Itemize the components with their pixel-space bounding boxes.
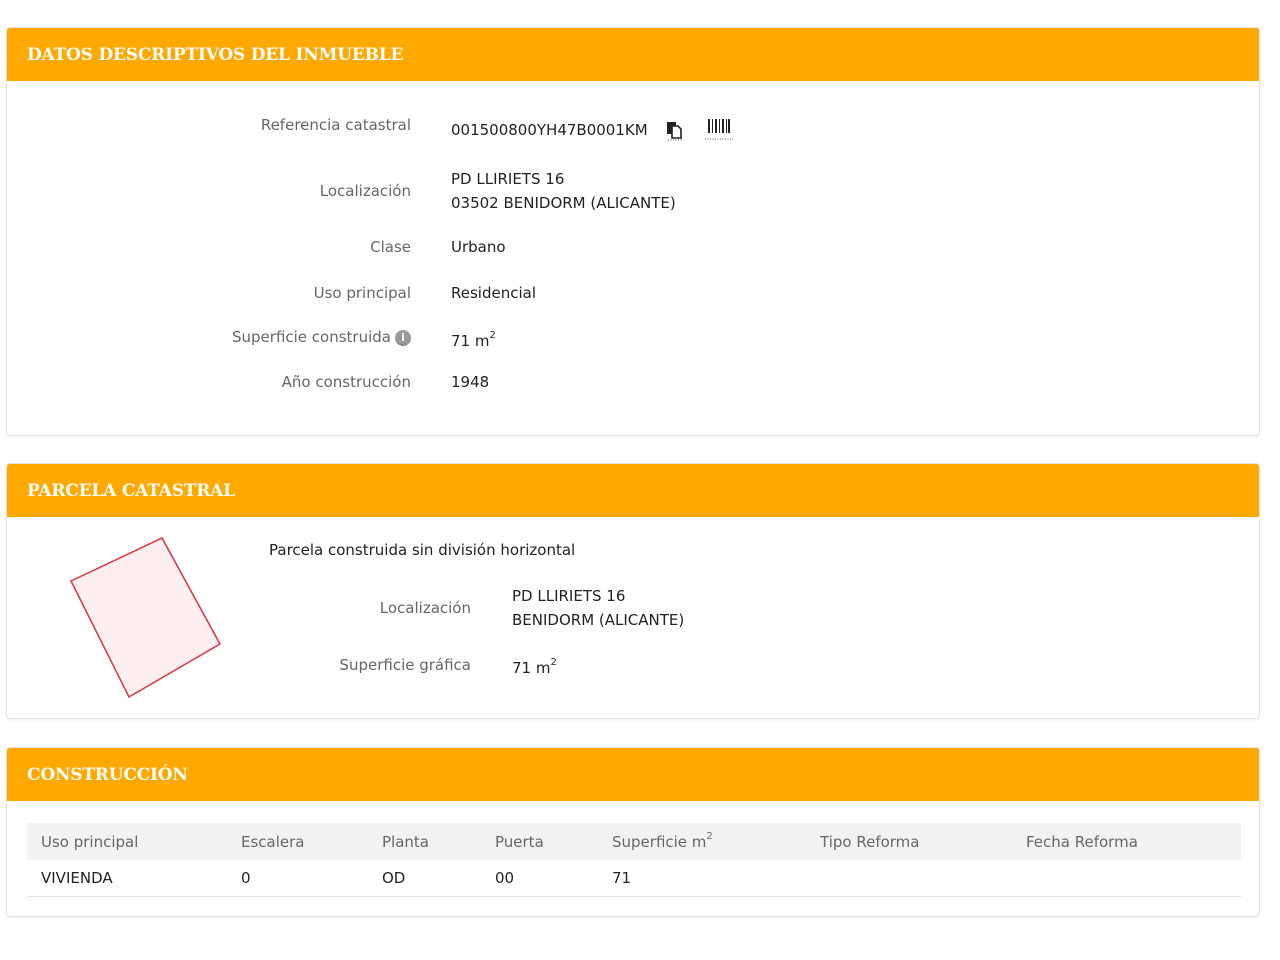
cell-planta: OD xyxy=(368,860,481,897)
superficie-grafica-label: Superficie gráfica xyxy=(339,656,471,674)
panel-construccion: CONSTRUCCIÓN Uso principal Escalera Plan… xyxy=(6,747,1260,917)
cell-tipo-reforma xyxy=(806,860,1012,897)
parcela-localizacion-line1: PD LLIRIETS 16 xyxy=(512,587,626,605)
table-header-row: Uso principal Escalera Planta Puerta Sup… xyxy=(27,823,1241,860)
localizacion-line1: PD LLIRIETS 16 xyxy=(451,170,565,188)
anio-construccion-label: Año construcción xyxy=(281,373,411,391)
col-superficie: Superficie m2 xyxy=(598,823,806,860)
cell-uso-principal: VIVIENDA xyxy=(27,860,227,897)
superficie-construida-label: Superficie construida i xyxy=(232,328,411,346)
cell-escalera: 0 xyxy=(227,860,368,897)
cell-superficie: 71 xyxy=(598,860,806,897)
anio-construccion-value: 1948 xyxy=(451,373,490,391)
ref-catastral-label: Referencia catastral xyxy=(260,116,411,134)
info-icon[interactable]: i xyxy=(395,329,411,346)
uso-principal-label: Uso principal xyxy=(313,284,411,302)
superficie-grafica-number: 71 m xyxy=(512,659,551,677)
construccion-table: Uso principal Escalera Planta Puerta Sup… xyxy=(27,823,1241,897)
uso-principal-value: Residencial xyxy=(451,284,536,302)
panel-header-construccion: CONSTRUCCIÓN xyxy=(7,748,1259,801)
col-tipo-reforma: Tipo Reforma xyxy=(820,832,920,851)
col-superficie-exp: 2 xyxy=(706,830,713,842)
col-planta: Planta xyxy=(382,832,429,851)
superficie-construida-number: 71 m xyxy=(451,332,490,350)
superficie-construida-exp: 2 xyxy=(489,330,496,341)
superficie-grafica-value: 71 m2 xyxy=(512,653,557,680)
cell-puerta: 00 xyxy=(481,860,598,897)
panel-datos-descriptivos: DATOS DESCRIPTIVOS DEL INMUEBLE Referenc… xyxy=(6,27,1260,436)
clase-label: Clase xyxy=(370,238,411,256)
localizacion-label: Localización xyxy=(319,182,411,200)
barcode-icon[interactable] xyxy=(704,116,734,146)
parcel-shape[interactable] xyxy=(62,529,237,709)
panel-header-datos: DATOS DESCRIPTIVOS DEL INMUEBLE xyxy=(7,28,1259,81)
ref-catastral-value[interactable]: 001500800YH47B0001KM xyxy=(451,118,648,142)
col-escalera: Escalera xyxy=(241,832,305,851)
localizacion-line2: 03502 BENIDORM (ALICANTE) xyxy=(451,194,676,212)
cell-fecha-reforma xyxy=(1012,860,1241,897)
superficie-construida-text: Superficie construida xyxy=(232,328,391,346)
parcela-localizacion-label: Localización xyxy=(379,599,471,617)
superficie-construida-value: 71 m2 xyxy=(451,326,496,353)
parcela-subtitle: Parcela construida sin división horizont… xyxy=(269,541,576,559)
panel-parcela-catastral: PARCELA CATASTRAL Parcela construida sin… xyxy=(6,463,1260,719)
col-puerta: Puerta xyxy=(495,832,544,851)
col-superficie-text: Superficie m xyxy=(612,832,707,851)
clase-value: Urbano xyxy=(451,238,506,256)
copy-icon[interactable] xyxy=(665,120,685,146)
panel-header-parcela: PARCELA CATASTRAL xyxy=(7,464,1259,517)
col-fecha-reforma: Fecha Reforma xyxy=(1026,832,1138,851)
col-uso-principal: Uso principal xyxy=(41,832,139,851)
table-row: VIVIENDA 0 OD 00 71 xyxy=(27,860,1241,897)
parcela-localizacion-line2: BENIDORM (ALICANTE) xyxy=(512,611,685,629)
superficie-grafica-exp: 2 xyxy=(550,657,557,668)
